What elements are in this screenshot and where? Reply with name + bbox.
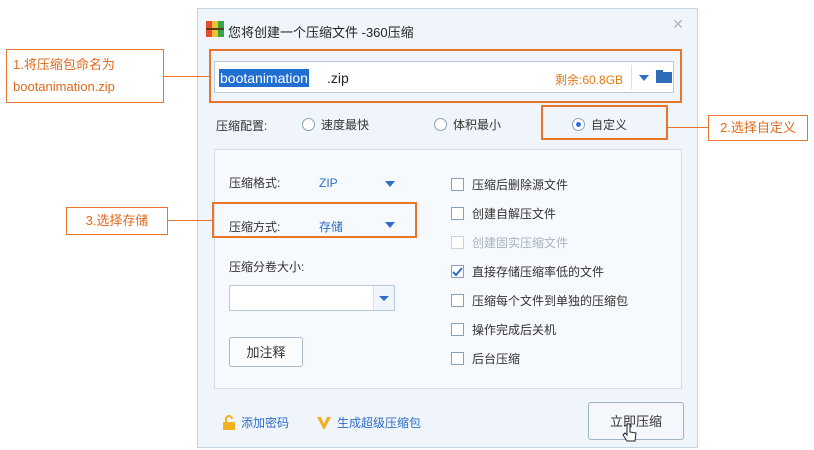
option-background[interactable]: 后台压缩 [451, 350, 520, 367]
option-store-low-ratio[interactable]: 直接存储压缩率低的文件 [451, 263, 604, 280]
checkbox-checked [451, 265, 464, 278]
callout-step1: 1.将压缩包命名为 bootanimation.zip [6, 49, 164, 103]
format-label: 压缩格式: [229, 176, 281, 190]
checkbox [451, 236, 464, 249]
checkbox [451, 323, 464, 336]
annotation-line-1 [164, 76, 209, 77]
annotation-line-2 [668, 127, 708, 128]
option-self-extracting[interactable]: 创建自解压文件 [451, 205, 556, 222]
option-separate-archives[interactable]: 压缩每个文件到单独的压缩包 [451, 292, 628, 309]
option-shutdown[interactable]: 操作完成后关机 [451, 321, 556, 338]
custom-settings-panel: 压缩格式: ZIP 压缩方式: 存储 压缩分卷大小: 加注释 压缩后删除源文件 … [214, 149, 682, 389]
annotation-line-3 [168, 220, 212, 221]
annotation-box-custom [541, 105, 668, 140]
super-compress-link[interactable]: 生成超级压缩包 [316, 414, 421, 431]
radio-smallest[interactable]: 体积最小 [434, 116, 501, 133]
callout-step3: 3.选择存储 [66, 207, 168, 235]
cursor-pointer-icon [622, 423, 637, 442]
split-size-dropdown-button[interactable] [373, 286, 394, 310]
option-solid-archive: 创建固实压缩文件 [451, 234, 568, 251]
checkbox [451, 207, 464, 220]
add-comment-button[interactable]: 加注释 [229, 337, 303, 367]
window-title: 您将创建一个压缩文件 -360压缩 [228, 25, 414, 40]
callout-step2: 2.选择自定义 [708, 115, 808, 141]
annotation-box-method [212, 202, 417, 238]
checkmark-icon [452, 267, 463, 277]
config-label: 压缩配置: [216, 119, 268, 133]
radio-circle [434, 118, 447, 131]
split-size-label: 压缩分卷大小: [229, 260, 305, 274]
option-delete-source[interactable]: 压缩后删除源文件 [451, 176, 568, 193]
add-password-link[interactable]: 添加密码 [222, 414, 289, 431]
chevron-down-icon[interactable] [385, 181, 395, 187]
radio-fastest[interactable]: 速度最快 [302, 116, 369, 133]
radio-circle [302, 118, 315, 131]
title-bar: 您将创建一个压缩文件 -360压缩 ✕ [198, 9, 697, 49]
annotation-box-filename [209, 49, 682, 103]
checkbox [451, 352, 464, 365]
lock-icon [223, 414, 235, 430]
format-select[interactable]: ZIP [319, 176, 338, 190]
archive-app-icon [206, 21, 224, 37]
checkbox [451, 178, 464, 191]
v-badge-icon [317, 416, 331, 430]
split-size-combobox[interactable] [229, 285, 395, 311]
chevron-down-icon [379, 296, 389, 301]
checkbox [451, 294, 464, 307]
close-icon[interactable]: ✕ [669, 15, 687, 33]
